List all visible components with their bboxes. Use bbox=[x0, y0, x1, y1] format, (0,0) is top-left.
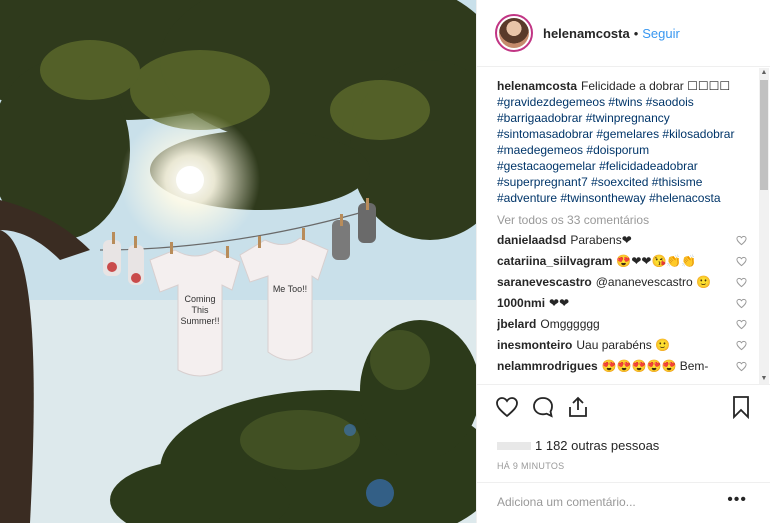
username-link[interactable]: helenamcosta bbox=[543, 26, 630, 41]
comment-username[interactable]: 1000nmi bbox=[497, 296, 545, 310]
comment-username[interactable]: inesmonteiro bbox=[497, 338, 572, 352]
comment-body: @ananevescastro 🙂 bbox=[595, 275, 711, 289]
comment-like-heart-icon[interactable] bbox=[736, 277, 747, 288]
comment-body: Uau parabéns 🙂 bbox=[576, 338, 671, 352]
caption-hashtags[interactable]: #gravidezdegemeos #twins #saodois #barri… bbox=[497, 94, 737, 206]
comment-like-heart-icon[interactable] bbox=[736, 319, 747, 330]
post-timestamp: HÁ 9 MINUTOS bbox=[497, 461, 565, 471]
comment-text: jbelard Omgggggg bbox=[497, 316, 600, 332]
instagram-post: Coming This Summer!! Me Too!! helenamcos… bbox=[0, 0, 770, 523]
comment-body: ❤❤ bbox=[549, 296, 570, 310]
avatar[interactable] bbox=[495, 14, 533, 52]
comment-row: 1000nmi ❤❤ bbox=[497, 295, 747, 312]
comment-like-heart-icon[interactable] bbox=[736, 256, 747, 267]
comment-body: 😍😍😍😍😍 Bem- bbox=[601, 359, 709, 373]
comment-row: saranevescastro @ananevescastro 🙂 bbox=[497, 274, 747, 291]
post-header: helenamcosta • Seguir bbox=[477, 0, 770, 67]
comment-text: 1000nmi ❤❤ bbox=[497, 295, 569, 311]
comment-like-heart-icon[interactable] bbox=[736, 235, 747, 246]
comments-scrollbar[interactable]: ▲ ▼ bbox=[759, 68, 769, 384]
share-icon[interactable] bbox=[566, 395, 590, 419]
onesie-right-text: Me Too!! bbox=[273, 284, 307, 294]
comment-row: danielaadsd Parabens❤ bbox=[497, 232, 747, 249]
comment-like-heart-icon[interactable] bbox=[736, 361, 747, 372]
liker-avatars bbox=[497, 442, 531, 450]
comment-like-heart-icon[interactable] bbox=[736, 340, 747, 351]
comment-row: jbelard Omgggggg bbox=[497, 316, 747, 333]
likes-count[interactable]: 1 182 outras pessoas bbox=[497, 438, 659, 453]
photo-illustration: Coming This Summer!! Me Too!! bbox=[0, 0, 476, 523]
caption: helenamcosta Felicidade a dobrar ☐☐☐☐ #gr… bbox=[497, 78, 737, 206]
add-comment-bar: Adiciona um comentário... ••• bbox=[477, 482, 770, 524]
follow-button[interactable]: Seguir bbox=[642, 26, 680, 41]
scroll-down-arrow-icon[interactable]: ▼ bbox=[759, 374, 769, 384]
onesie-left-line-2: This bbox=[191, 305, 209, 315]
comment-text: catariina_siilvagram 😍❤❤😘👏👏 bbox=[497, 253, 696, 269]
comment-like-heart-icon[interactable] bbox=[736, 298, 747, 309]
comment-username[interactable]: nelammrodrigues bbox=[497, 359, 598, 373]
action-bar bbox=[477, 384, 770, 429]
comment-body: 😍❤❤😘👏👏 bbox=[616, 254, 697, 268]
comment-username[interactable]: catariina_siilvagram bbox=[497, 254, 612, 268]
bookmark-icon[interactable] bbox=[729, 395, 753, 419]
comment-text: danielaadsd Parabens❤ bbox=[497, 232, 632, 248]
add-comment-input[interactable]: Adiciona um comentário... bbox=[497, 495, 636, 509]
scroll-up-arrow-icon[interactable]: ▲ bbox=[759, 68, 769, 78]
onesie-left-line-1: Coming bbox=[184, 294, 215, 304]
caption-username[interactable]: helenamcosta bbox=[497, 79, 577, 93]
caption-text: Felicidade a dobrar ☐☐☐☐ bbox=[581, 79, 731, 93]
comment-body: Parabens❤ bbox=[570, 233, 632, 247]
separator-dot: • bbox=[633, 25, 639, 41]
comments-panel: helenamcosta Felicidade a dobrar ☐☐☐☐ #gr… bbox=[477, 66, 763, 384]
more-options-icon[interactable]: ••• bbox=[727, 491, 747, 509]
comment-username[interactable]: saranevescastro bbox=[497, 275, 592, 289]
scrollbar-thumb[interactable] bbox=[760, 80, 768, 190]
comment-row: nelammrodrigues 😍😍😍😍😍 Bem- bbox=[497, 358, 747, 375]
view-all-comments-link[interactable]: Ver todos os 33 comentários bbox=[497, 212, 763, 228]
comment-text: inesmonteiro Uau parabéns 🙂 bbox=[497, 337, 670, 353]
comment-icon[interactable] bbox=[531, 395, 555, 419]
comment-text: nelammrodrigues 😍😍😍😍😍 Bem- bbox=[497, 358, 708, 374]
comment-row: catariina_siilvagram 😍❤❤😘👏👏 bbox=[497, 253, 747, 270]
heart-icon[interactable] bbox=[495, 395, 519, 419]
comment-list: danielaadsd Parabens❤ catariina_siilvagram… bbox=[497, 232, 763, 375]
onesie-left-line-3: Summer!! bbox=[180, 316, 219, 326]
comment-username[interactable]: jbelard bbox=[497, 317, 536, 331]
post-sidebar: helenamcosta • Seguir helenamcosta Felici… bbox=[476, 0, 770, 523]
comment-row: inesmonteiro Uau parabéns 🙂 bbox=[497, 337, 747, 354]
comment-text: saranevescastro @ananevescastro 🙂 bbox=[497, 274, 711, 290]
comment-body: Omgggggg bbox=[540, 317, 600, 331]
post-photo[interactable]: Coming This Summer!! Me Too!! bbox=[0, 0, 476, 523]
comment-username[interactable]: danielaadsd bbox=[497, 233, 566, 247]
likes-text: 1 182 outras pessoas bbox=[535, 438, 660, 453]
